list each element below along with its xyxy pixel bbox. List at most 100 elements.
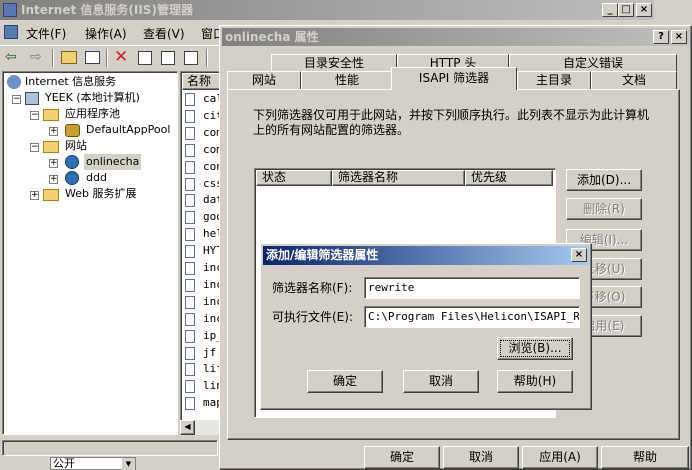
apply-button[interactable]: 应用(A) bbox=[522, 446, 598, 469]
file-icon bbox=[185, 177, 195, 191]
menu-window[interactable]: 窗口(W) bbox=[201, 25, 220, 42]
expand-icon[interactable]: + bbox=[49, 159, 58, 168]
tree-item-onlinecha[interactable]: onlinecha bbox=[84, 154, 142, 170]
tree-item-local-computer[interactable]: YEEK (本地计算机) bbox=[45, 90, 140, 106]
tree-item-web-service-ext[interactable]: Web 服务扩展 bbox=[65, 186, 136, 202]
add-filter-button[interactable]: 添加(D)... bbox=[566, 169, 642, 191]
forward-arrow-icon[interactable]: ⇨ bbox=[30, 49, 42, 65]
list-item[interactable]: inc bbox=[181, 260, 219, 276]
file-icon bbox=[185, 397, 195, 411]
file-name: dat bbox=[203, 193, 219, 207]
list-item[interactable]: css bbox=[181, 176, 219, 192]
file-name: lif bbox=[203, 362, 219, 376]
show-tree-icon[interactable] bbox=[85, 51, 100, 64]
status-panel bbox=[2, 440, 218, 456]
filter-cancel-button[interactable]: 取消 bbox=[403, 370, 479, 393]
cancel-button[interactable]: 取消 bbox=[443, 446, 519, 469]
tree-item-default-app-pool[interactable]: DefaultAppPool bbox=[86, 122, 170, 138]
tree-item-websites[interactable]: 网站 bbox=[65, 138, 87, 154]
list-item[interactable]: inc bbox=[181, 277, 219, 293]
list-item[interactable]: hel bbox=[181, 226, 219, 242]
tab-home-directory[interactable]: 主目录 bbox=[517, 71, 591, 90]
scroll-left-button[interactable]: ◀ bbox=[180, 420, 195, 435]
expand-icon[interactable]: + bbox=[49, 127, 58, 136]
filter-help-button[interactable]: 帮助(H) bbox=[497, 370, 573, 393]
file-name: HYT bbox=[203, 244, 219, 258]
list-item[interactable]: goo bbox=[181, 209, 219, 225]
list-item[interactable]: ip_ bbox=[181, 328, 219, 344]
list-item[interactable]: cal bbox=[181, 91, 219, 107]
folder-icon bbox=[43, 109, 59, 121]
tab-website[interactable]: 网站 bbox=[227, 71, 301, 90]
column-header-status[interactable]: 状态 bbox=[256, 170, 332, 186]
file-icon bbox=[185, 194, 195, 208]
tree-item-iis-root[interactable]: Internet 信息服务 bbox=[25, 74, 116, 90]
tab-documents[interactable]: 文档 bbox=[591, 71, 677, 90]
horizontal-scrollbar[interactable]: ◀ bbox=[180, 420, 220, 435]
tab-performance[interactable]: 性能 bbox=[301, 71, 393, 90]
close-button[interactable]: × bbox=[671, 30, 687, 44]
list-item[interactable]: com bbox=[181, 125, 219, 141]
file-name: inc bbox=[203, 294, 219, 308]
remove-filter-button[interactable]: 删除(R) bbox=[566, 198, 642, 220]
menu-file[interactable]: 文件(F) bbox=[26, 25, 66, 42]
list-item[interactable]: com bbox=[181, 142, 219, 158]
filter-dialog-title-bar[interactable]: 添加/编辑筛选器属性 × bbox=[263, 246, 589, 265]
chevron-down-icon[interactable]: ▼ bbox=[122, 458, 135, 470]
collapse-icon[interactable]: − bbox=[12, 95, 21, 104]
tree-pane[interactable]: Internet 信息服务 − YEEK (本地计算机) − 应用程序池 + D… bbox=[2, 71, 178, 435]
list-item[interactable]: map bbox=[181, 395, 219, 411]
globe-icon bbox=[65, 155, 79, 169]
column-header-name[interactable]: 名称 bbox=[182, 73, 219, 90]
list-item[interactable]: inc bbox=[181, 294, 219, 310]
executable-input[interactable]: C:\Program Files\Helicon\ISAPI_Rewr bbox=[364, 306, 580, 328]
ok-button[interactable]: 确定 bbox=[364, 446, 440, 469]
refresh-icon[interactable] bbox=[161, 51, 175, 65]
filter-ok-button[interactable]: 确定 bbox=[307, 370, 383, 393]
browse-button[interactable]: 浏览(B)... bbox=[497, 337, 573, 360]
list-item[interactable]: lif bbox=[181, 361, 219, 377]
file-name: jf. bbox=[203, 345, 219, 359]
collapse-icon[interactable]: − bbox=[30, 111, 39, 120]
menu-file-icon bbox=[4, 25, 18, 39]
collapse-icon[interactable]: − bbox=[30, 143, 39, 152]
minimize-button[interactable]: _ bbox=[602, 3, 618, 17]
tab-isapi-filters[interactable]: ISAPI 筛选器 bbox=[391, 67, 517, 90]
status-combo[interactable]: 公开 ▼ bbox=[50, 457, 136, 470]
help-button[interactable]: 帮助 bbox=[601, 446, 689, 469]
properties-icon[interactable] bbox=[138, 51, 152, 65]
file-list-pane[interactable]: 名称 cal cit com com con css dat goo hel HYT inc inc i… bbox=[180, 71, 220, 435]
list-item[interactable]: dat bbox=[181, 192, 219, 208]
column-header-filter-name[interactable]: 筛选器名称 bbox=[332, 170, 465, 186]
tree-item-ddd[interactable]: ddd bbox=[86, 170, 107, 186]
list-item[interactable]: con bbox=[181, 159, 219, 175]
file-icon bbox=[185, 228, 195, 242]
main-title-bar[interactable]: Internet 信息服务(IIS)管理器 _ □ × bbox=[0, 0, 654, 20]
list-item[interactable]: inc bbox=[181, 311, 219, 327]
file-name: cit bbox=[203, 108, 219, 122]
properties-title: onlinecha 属性 bbox=[225, 30, 319, 44]
column-header-priority[interactable]: 优先级 bbox=[465, 170, 553, 186]
list-item[interactable]: cit bbox=[181, 108, 219, 124]
expand-icon[interactable]: + bbox=[30, 191, 39, 200]
menu-view[interactable]: 查看(V) bbox=[143, 25, 185, 42]
close-button[interactable]: × bbox=[571, 248, 587, 262]
menu-action[interactable]: 操作(A) bbox=[85, 25, 127, 42]
properties-title-bar[interactable]: onlinecha 属性 ? × bbox=[222, 28, 689, 46]
tree-item-app-pools[interactable]: 应用程序池 bbox=[65, 106, 120, 122]
delete-icon[interactable]: ✕ bbox=[114, 47, 128, 67]
list-item[interactable]: jf. bbox=[181, 345, 219, 361]
file-name: lin bbox=[203, 379, 219, 393]
up-folder-icon[interactable] bbox=[61, 51, 77, 64]
export-icon[interactable] bbox=[184, 51, 198, 65]
back-arrow-icon[interactable]: ⇦ bbox=[5, 49, 17, 65]
expand-icon[interactable]: + bbox=[49, 175, 58, 184]
file-icon bbox=[185, 262, 195, 275]
list-item[interactable]: lin bbox=[181, 378, 219, 394]
close-button[interactable]: × bbox=[636, 3, 652, 17]
filter-name-input[interactable]: rewrite bbox=[364, 277, 580, 299]
help-button[interactable]: ? bbox=[653, 30, 669, 44]
iis-app-icon bbox=[3, 3, 17, 17]
list-item[interactable]: HYT bbox=[181, 243, 219, 259]
maximize-button[interactable]: □ bbox=[618, 3, 634, 17]
